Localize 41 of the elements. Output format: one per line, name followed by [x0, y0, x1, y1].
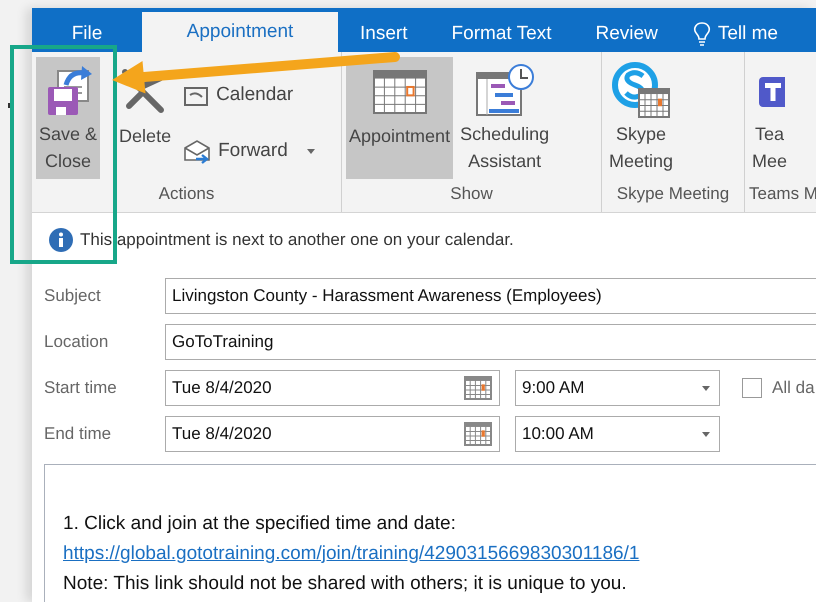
time-dropdown[interactable]: 10:00 AM	[515, 416, 720, 452]
time-dropdown[interactable]: 9:00 AM	[515, 370, 720, 406]
lightbulb-icon	[692, 20, 712, 48]
ribbon-button[interactable]: Appointment	[346, 57, 454, 179]
field-label: Start time	[44, 378, 118, 398]
body-text: Note: This link should not be shared with others; it is unique to you.	[63, 572, 628, 596]
edge-mark	[8, 103, 12, 108]
group-label: Show	[449, 183, 494, 204]
group-label: Skype Meeting	[616, 183, 730, 204]
ribbon-button[interactable]: Save & Close	[36, 57, 100, 179]
checkbox-label: All da	[772, 378, 815, 398]
ribbon-tab[interactable]: File	[32, 16, 142, 52]
ribbon-tab[interactable]: Format Text	[430, 16, 574, 52]
ribbon-button[interactable]: Tea Mee	[749, 57, 790, 179]
checkbox[interactable]	[742, 378, 762, 398]
message-body[interactable]: 1. Click and join at the specified time and date: https://global.gototraining.com/join/training/4290315669830301186/1 Note: This link should not be shared with others; it is unique to you.	[44, 464, 816, 602]
field-label: Location	[44, 332, 110, 352]
calendar-icon	[370, 68, 429, 116]
field-label: Subject	[44, 286, 102, 306]
ribbon-tab[interactable]: Insert	[338, 16, 430, 52]
calendar-icon	[463, 374, 493, 400]
tell-me-search[interactable]: Tell me	[718, 23, 778, 45]
skype-calendar-icon	[611, 61, 672, 121]
ribbon-button[interactable]: Skype Meeting	[606, 57, 676, 179]
ribbon-tab[interactable]: Appointment	[142, 12, 338, 52]
forward-icon	[182, 138, 212, 164]
link[interactable]: https://global.gototraining.com/join/training/4290315669830301186/1	[63, 539, 816, 569]
info-message: This appointment is next to another one on your calendar.	[80, 230, 514, 250]
field-label: End time	[44, 424, 112, 444]
ribbon-button[interactable]: Calendar	[182, 82, 318, 106]
date-field[interactable]: Tue 8/4/2020	[165, 416, 500, 452]
group-label: Actions	[158, 183, 216, 204]
date-field[interactable]: Tue 8/4/2020	[165, 370, 500, 406]
info-icon	[48, 227, 74, 253]
body-text: 1. Click and join at the specified time and date:	[63, 512, 457, 536]
ribbon-tab[interactable]: Review	[574, 16, 680, 52]
input-field[interactable]: GoToTraining	[165, 324, 816, 360]
calendar-icon	[463, 420, 493, 446]
input-field[interactable]: Livingston County - Harassment Awareness (Employees)	[165, 278, 816, 314]
ribbon-button[interactable]: Scheduling Assistant	[457, 57, 552, 179]
ribbon-button[interactable]: Forward	[182, 138, 318, 164]
